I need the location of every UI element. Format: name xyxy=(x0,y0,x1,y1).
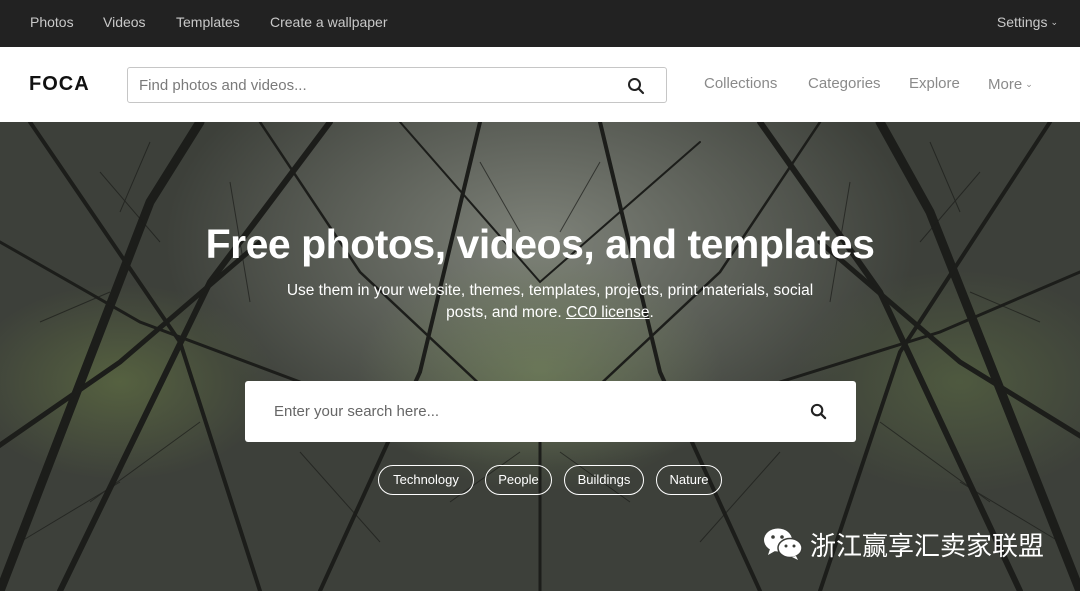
nav-more-label: More xyxy=(988,76,1023,93)
topbar-link-create-wallpaper[interactable]: Create a wallpaper xyxy=(270,0,388,47)
watermark-text: 浙江赢享汇卖家联盟 xyxy=(810,531,1045,562)
chevron-down-icon: ⌄ xyxy=(1025,79,1033,89)
hero-subtitle-suffix: . xyxy=(649,304,654,321)
wechat-icon xyxy=(764,528,803,560)
watermark: 浙江赢享汇卖家联盟 xyxy=(762,522,1044,566)
settings-menu[interactable]: Settings ⌄ xyxy=(997,0,1058,47)
topbar-link-templates[interactable]: Templates xyxy=(176,0,240,47)
hero-search xyxy=(245,381,856,442)
search-icon[interactable] xyxy=(810,403,827,420)
tag-buildings[interactable]: Buildings xyxy=(564,465,644,495)
main-header: FOCA Collections Categories Explore More… xyxy=(0,47,1080,122)
nav-categories[interactable]: Categories xyxy=(808,47,881,122)
nav-explore[interactable]: Explore xyxy=(909,47,960,122)
tag-nature[interactable]: Nature xyxy=(656,465,722,495)
hero-subtitle-text: Use them in your website, themes, templa… xyxy=(286,282,814,321)
cc0-license-link[interactable]: CC0 license xyxy=(566,304,650,321)
settings-label: Settings xyxy=(996,14,1048,30)
hero-search-input[interactable] xyxy=(245,381,785,442)
hero-subtitle: Use them in your website, themes, templa… xyxy=(270,280,830,324)
nav-more[interactable]: More ⌄ xyxy=(988,47,1033,122)
header-search xyxy=(127,67,667,103)
hero-section: Free photos, videos, and templates Use t… xyxy=(0,122,1080,591)
forest-background-image xyxy=(0,122,1080,591)
hero-title: Free photos, videos, and templates xyxy=(205,221,875,267)
top-bar: Photos Videos Templates Create a wallpap… xyxy=(0,0,1080,47)
search-icon[interactable] xyxy=(627,77,645,95)
nav-collections[interactable]: Collections xyxy=(704,47,777,122)
header-search-input[interactable] xyxy=(128,68,618,102)
chevron-down-icon: ⌄ xyxy=(1050,17,1058,27)
tag-technology[interactable]: Technology xyxy=(378,465,474,495)
topbar-link-videos[interactable]: Videos xyxy=(103,0,146,47)
site-logo[interactable]: FOCA xyxy=(29,73,90,96)
topbar-link-photos[interactable]: Photos xyxy=(30,0,74,47)
tag-people[interactable]: People xyxy=(485,465,552,495)
